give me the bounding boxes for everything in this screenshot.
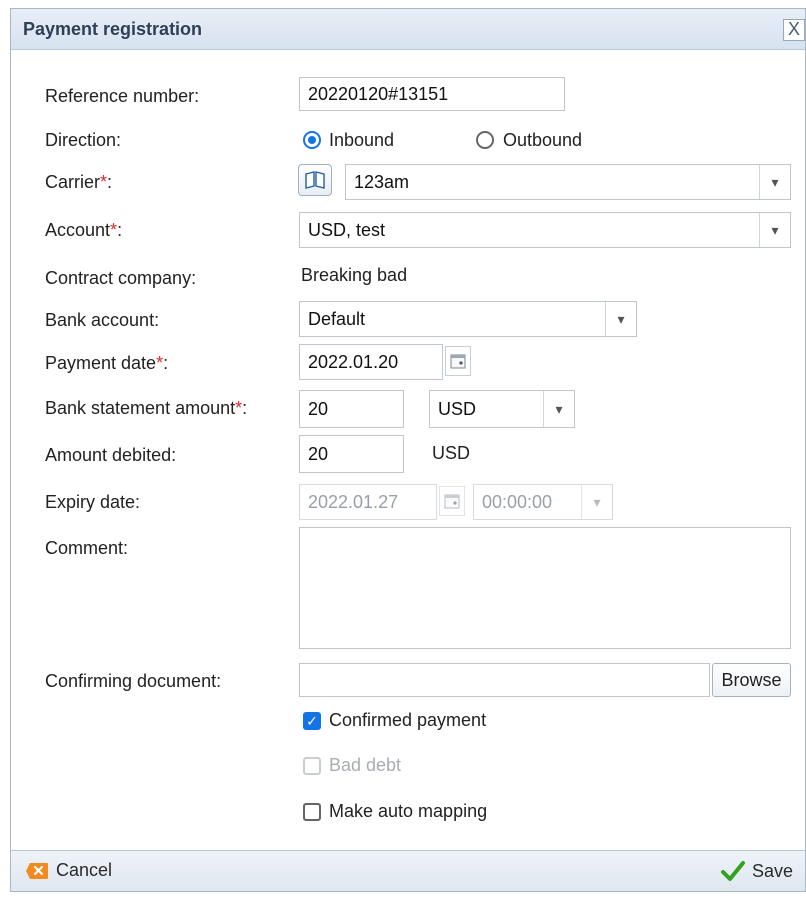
payment-date-label-text: Payment date bbox=[45, 353, 157, 373]
payment-registration-dialog: Payment registration X Reference number:… bbox=[10, 8, 806, 892]
account-select-value: USD, test bbox=[308, 219, 386, 240]
confirmed-payment-checkbox[interactable]: ✓ bbox=[303, 712, 321, 730]
bank-account-label: Bank account: bbox=[45, 310, 160, 330]
browse-button[interactable]: Browse bbox=[712, 663, 791, 697]
reference-number-input[interactable]: 20220120#13151 bbox=[299, 77, 565, 111]
carrier-label: Carrier*: bbox=[45, 172, 112, 193]
cancel-icon bbox=[26, 862, 48, 879]
amount-debited-input[interactable]: 20 bbox=[299, 435, 404, 473]
label-colon: : bbox=[117, 220, 123, 240]
save-label: Save bbox=[751, 860, 793, 881]
bank-account-select[interactable]: Default ▾ bbox=[299, 301, 637, 337]
close-button[interactable]: X bbox=[783, 19, 805, 41]
checkmark-icon bbox=[720, 861, 745, 881]
close-icon: X bbox=[787, 19, 800, 39]
confirming-document-label: Confirming document: bbox=[45, 671, 222, 691]
label-colon: : bbox=[163, 353, 169, 373]
bank-statement-amount-label: Bank statement amount*: bbox=[45, 398, 247, 419]
amount-debited-label-text: Amount debited: bbox=[45, 445, 177, 465]
expiry-date-label: Expiry date: bbox=[45, 492, 141, 512]
account-label-text: Account bbox=[45, 220, 111, 240]
carrier-lookup-button[interactable] bbox=[298, 164, 332, 196]
payment-date-calendar-button[interactable] bbox=[445, 346, 471, 376]
amount-debited-currency: USD bbox=[432, 443, 471, 463]
required-marker: * bbox=[100, 172, 108, 192]
chevron-down-icon: ▾ bbox=[759, 165, 790, 199]
bank-account-select-value: Default bbox=[308, 308, 366, 329]
direction-outbound-label: Outbound bbox=[503, 130, 583, 150]
expiry-date-calendar-button bbox=[439, 486, 465, 516]
payment-date-input[interactable]: 2022.01.20 bbox=[299, 344, 443, 380]
chevron-down-icon: ▾ bbox=[759, 213, 790, 247]
carrier-select[interactable]: 123am ▾ bbox=[345, 164, 791, 200]
carrier-label-text: Carrier bbox=[45, 172, 101, 192]
chevron-down-icon: ▾ bbox=[605, 302, 636, 336]
carrier-select-value: 123am bbox=[354, 171, 410, 192]
bad-debt-checkbox bbox=[303, 757, 321, 775]
calendar-icon bbox=[444, 494, 460, 509]
expiry-date-input: 2022.01.27 bbox=[299, 484, 437, 520]
dialog-footer: Cancel Save bbox=[11, 850, 805, 891]
account-label: Account*: bbox=[45, 220, 122, 241]
save-button[interactable]: Save bbox=[720, 860, 793, 882]
contract-company-value: Breaking bad bbox=[301, 265, 408, 285]
direction-inbound-radio[interactable] bbox=[303, 131, 321, 149]
confirmed-payment-label: Confirmed payment bbox=[329, 710, 487, 730]
bank-statement-amount-input[interactable]: 20 bbox=[299, 390, 404, 428]
direction-outbound-radio[interactable] bbox=[476, 131, 494, 149]
auto-mapping-checkbox[interactable] bbox=[303, 803, 321, 821]
calendar-icon bbox=[450, 354, 466, 369]
account-select[interactable]: USD, test ▾ bbox=[299, 212, 791, 248]
bank-statement-currency-select[interactable]: USD ▾ bbox=[429, 390, 575, 428]
book-icon bbox=[305, 171, 325, 189]
cancel-button[interactable]: Cancel bbox=[25, 860, 112, 881]
direction-inbound-label: Inbound bbox=[329, 130, 395, 150]
chevron-down-icon: ▾ bbox=[543, 391, 574, 427]
contract-company-label: Contract company: bbox=[45, 268, 197, 288]
reference-number-label: Reference number: bbox=[45, 86, 200, 106]
auto-mapping-label: Make auto mapping bbox=[329, 801, 488, 821]
dialog-title: Payment registration bbox=[23, 19, 203, 39]
label-colon: : bbox=[107, 172, 113, 192]
cancel-label: Cancel bbox=[56, 860, 113, 880]
chevron-down-icon: ▾ bbox=[581, 485, 612, 519]
payment-date-label: Payment date*: bbox=[45, 353, 168, 374]
bad-debt-label: Bad debt bbox=[329, 755, 402, 775]
dialog-titlebar: Payment registration X bbox=[11, 9, 805, 50]
label-colon: : bbox=[242, 398, 248, 418]
required-marker: * bbox=[110, 220, 118, 240]
expiry-time-select: 00:00:00 ▾ bbox=[473, 484, 613, 520]
bank-statement-amount-label-text: Bank statement amount bbox=[45, 398, 236, 418]
direction-label: Direction: bbox=[45, 130, 122, 150]
bank-statement-currency-value: USD bbox=[438, 398, 477, 419]
confirming-document-input[interactable] bbox=[299, 663, 710, 697]
expiry-time-value: 00:00:00 bbox=[482, 491, 553, 512]
comment-textarea[interactable] bbox=[299, 527, 791, 649]
comment-label: Comment: bbox=[45, 538, 129, 558]
